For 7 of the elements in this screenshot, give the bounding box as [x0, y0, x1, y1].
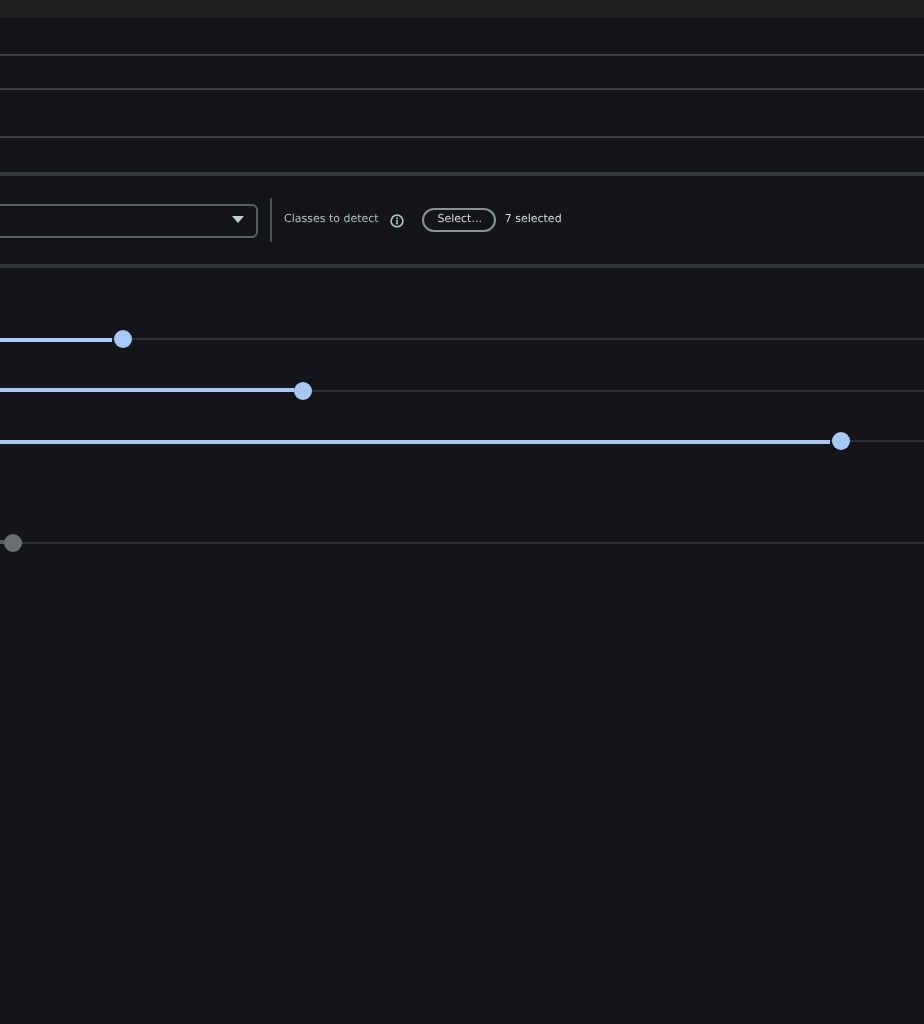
caret-icon: [232, 216, 244, 224]
dropdown[interactable]: [0, 203, 258, 237]
slider-thumb[interactable]: [113, 330, 132, 349]
slider-thumb[interactable]: [4, 533, 22, 552]
slider-thumb[interactable]: [831, 432, 850, 451]
slider-thumb[interactable]: [294, 381, 313, 400]
info-icon[interactable]: [390, 213, 405, 227]
